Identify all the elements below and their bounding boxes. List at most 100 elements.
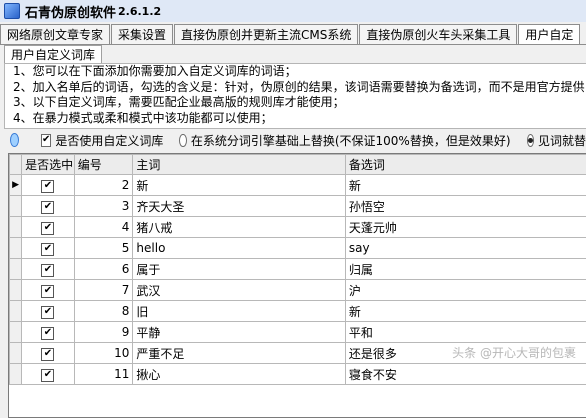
info-line: 2、加入名单后的词语，勾选的含义是：针对，伪原创的结果，该词语需要替换为备选词，… <box>5 80 586 96</box>
row-checkbox-cell[interactable]: ✔ <box>22 322 75 343</box>
chat-bubble-icon <box>10 133 19 147</box>
row-id[interactable]: 8 <box>74 301 133 322</box>
row-id[interactable]: 7 <box>74 280 133 301</box>
row-checkbox-cell[interactable]: ✔ <box>22 301 75 322</box>
row-main-word[interactable]: 揪心 <box>133 364 345 385</box>
title-bar: 石青伪原创软件 2.6.1.2 <box>0 0 586 22</box>
row-id[interactable]: 3 <box>74 196 133 217</box>
row-alt-word[interactable]: 沪 <box>345 280 586 301</box>
col-header-main-word[interactable]: 主词 <box>133 155 345 175</box>
row-checkbox-cell[interactable]: ✔ <box>22 196 75 217</box>
row-checkbox-cell[interactable]: ✔ <box>22 175 75 196</box>
row-checkbox-cell[interactable]: ✔ <box>22 343 75 364</box>
row-id[interactable]: 9 <box>74 322 133 343</box>
row-id[interactable]: 4 <box>74 217 133 238</box>
row-alt-word[interactable]: 寝食不安 <box>345 364 586 385</box>
grid-header-row: 是否选中 编号 主词 备选词 <box>10 155 586 175</box>
row-main-word[interactable]: 武汉 <box>133 280 345 301</box>
radio-engine-replace-label: 在系统分词引擎基础上替换(不保证100%替换，但是效果好) <box>191 132 511 149</box>
row-checkbox[interactable]: ✔ <box>41 285 54 298</box>
info-line: 1、您可以在下面添加你需要加入自定义词库的词语； <box>5 64 586 80</box>
row-id[interactable]: 11 <box>74 364 133 385</box>
row-selector[interactable] <box>10 364 22 385</box>
use-custom-label: 是否使用自定义词库 <box>55 132 163 149</box>
row-checkbox-cell[interactable]: ✔ <box>22 217 75 238</box>
dictionary-grid[interactable]: 是否选中 编号 主词 备选词 ▶✔2新新✔3齐天大圣孙悟空✔4猪八戒天蓬元帅✔5… <box>8 153 586 418</box>
table-row[interactable]: ✔ 7武汉沪 <box>10 280 586 301</box>
row-main-word[interactable]: 旧 <box>133 301 345 322</box>
row-id[interactable]: 10 <box>74 343 133 364</box>
app-title: 石青伪原创软件 <box>25 2 116 21</box>
radio-replace-all-label: 见词就替 <box>538 132 586 149</box>
row-selector[interactable] <box>10 196 22 217</box>
row-checkbox-cell[interactable]: ✔ <box>22 280 75 301</box>
use-custom-checkbox[interactable]: ✔ <box>41 134 51 147</box>
row-selector[interactable] <box>10 322 22 343</box>
row-main-word[interactable]: 齐天大圣 <box>133 196 345 217</box>
col-header-alt-word[interactable]: 备选词 <box>345 155 586 175</box>
row-selector[interactable] <box>10 259 22 280</box>
row-checkbox-cell[interactable]: ✔ <box>22 364 75 385</box>
tab-panel: 用户自定义词库 1、您可以在下面添加你需要加入自定义词库的词语； 2、加入名单后… <box>0 45 586 371</box>
row-main-word[interactable]: 属于 <box>133 259 345 280</box>
row-main-word[interactable]: 严重不足 <box>133 343 345 364</box>
row-alt-word[interactable]: 天蓬元帅 <box>345 217 586 238</box>
table-row[interactable]: ✔11揪心寝食不安 <box>10 364 586 385</box>
tab-collect-settings[interactable]: 采集设置 <box>111 24 173 44</box>
row-checkbox[interactable]: ✔ <box>41 243 54 256</box>
info-box: 1、您可以在下面添加你需要加入自定义词库的词语； 2、加入名单后的词语，勾选的含… <box>4 63 586 129</box>
app-icon <box>4 3 20 19</box>
radio-engine-replace[interactable] <box>179 134 186 147</box>
col-header-selected[interactable]: 是否选中 <box>22 155 75 175</box>
radio-replace-all[interactable] <box>527 134 534 147</box>
col-header-id[interactable]: 编号 <box>74 155 133 175</box>
row-checkbox[interactable]: ✔ <box>41 327 54 340</box>
subtab-user-dictionary[interactable]: 用户自定义词库 <box>4 45 102 63</box>
info-line: 3、以下自定义词库，需要匹配企业最高版的规则库才能使用； <box>5 95 586 111</box>
row-main-word[interactable]: 新 <box>133 175 345 196</box>
table-row[interactable]: ✔ 9平静平和 <box>10 322 586 343</box>
tab-cms-update[interactable]: 直接伪原创并更新主流CMS系统 <box>174 24 358 44</box>
row-selector[interactable] <box>10 217 22 238</box>
row-alt-word[interactable]: 平和 <box>345 322 586 343</box>
row-main-word[interactable]: hello <box>133 238 345 259</box>
row-checkbox[interactable]: ✔ <box>41 180 54 193</box>
row-selector[interactable] <box>10 238 22 259</box>
row-selector[interactable] <box>10 280 22 301</box>
row-alt-word[interactable]: 孙悟空 <box>345 196 586 217</box>
row-checkbox[interactable]: ✔ <box>41 306 54 319</box>
tab-locomotive-tool[interactable]: 直接伪原创火车头采集工具 <box>359 24 517 44</box>
table-row[interactable]: ✔ 6属于归属 <box>10 259 586 280</box>
row-checkbox[interactable]: ✔ <box>41 201 54 214</box>
tab-network-article[interactable]: 网络原创文章专家 <box>0 24 110 44</box>
row-checkbox[interactable]: ✔ <box>41 264 54 277</box>
info-line: 4、在暴力模式或柔和模式中该功能都可以使用； <box>5 111 586 127</box>
table-row[interactable]: ▶✔2新新 <box>10 175 586 196</box>
row-alt-word[interactable]: 归属 <box>345 259 586 280</box>
row-alt-word[interactable]: 新 <box>345 175 586 196</box>
row-selector-header <box>10 155 22 175</box>
app-version: 2.6.1.2 <box>118 5 161 18</box>
row-selector[interactable]: ▶ <box>10 175 22 196</box>
row-main-word[interactable]: 猪八戒 <box>133 217 345 238</box>
row-id[interactable]: 2 <box>74 175 133 196</box>
row-checkbox[interactable]: ✔ <box>41 222 54 235</box>
watermark: 头条 @开心大哥的包裹 <box>452 344 576 361</box>
row-selector[interactable] <box>10 343 22 364</box>
row-checkbox[interactable]: ✔ <box>41 348 54 361</box>
table-row[interactable]: ✔ 8旧新 <box>10 301 586 322</box>
main-tabs: 网络原创文章专家 采集设置 直接伪原创并更新主流CMS系统 直接伪原创火车头采集… <box>0 24 586 45</box>
row-alt-word[interactable]: say <box>345 238 586 259</box>
table-row[interactable]: ✔ 3齐天大圣孙悟空 <box>10 196 586 217</box>
row-main-word[interactable]: 平静 <box>133 322 345 343</box>
row-alt-word[interactable]: 新 <box>345 301 586 322</box>
options-row: ✔ 是否使用自定义词库 在系统分词引擎基础上替换(不保证100%替换，但是效果好… <box>4 129 586 151</box>
tab-user-custom[interactable]: 用户自定 <box>518 24 580 44</box>
table-row[interactable]: ✔ 5hellosay <box>10 238 586 259</box>
row-id[interactable]: 6 <box>74 259 133 280</box>
row-id[interactable]: 5 <box>74 238 133 259</box>
row-checkbox-cell[interactable]: ✔ <box>22 238 75 259</box>
row-selector[interactable] <box>10 301 22 322</box>
row-checkbox-cell[interactable]: ✔ <box>22 259 75 280</box>
table-row[interactable]: ✔ 4猪八戒天蓬元帅 <box>10 217 586 238</box>
